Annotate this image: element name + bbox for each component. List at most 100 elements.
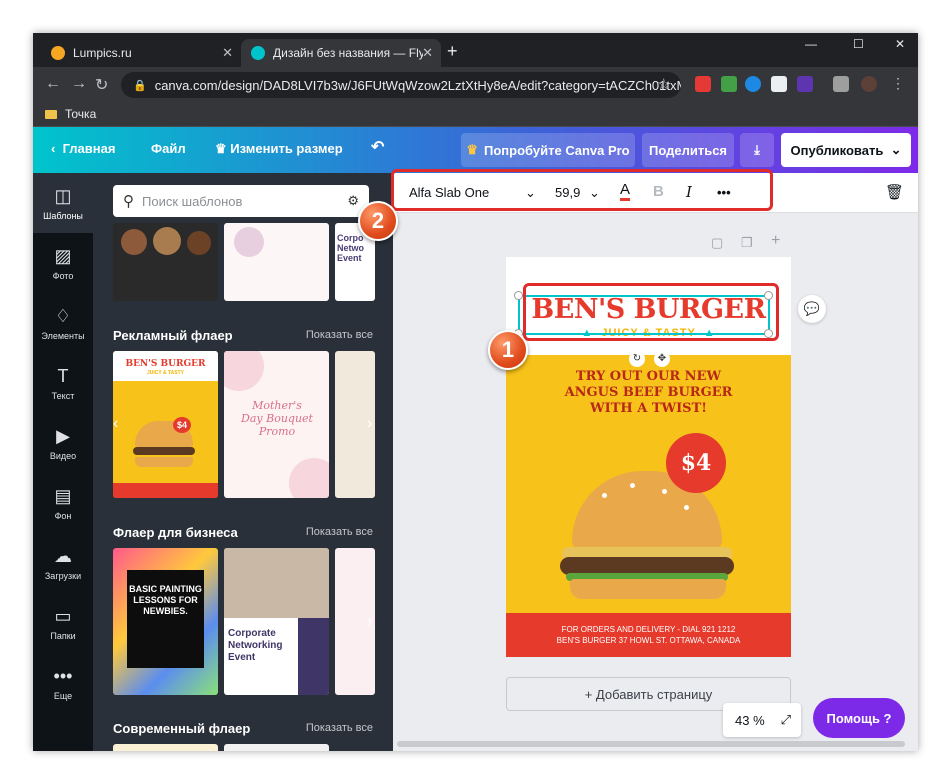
box-extension-icon[interactable]	[771, 76, 787, 92]
undo-icon[interactable]: ↶	[371, 137, 384, 157]
close-icon[interactable]: ✕	[422, 45, 433, 61]
tab-lumpics[interactable]: Lumpics.ru ✕	[41, 39, 241, 67]
help-button[interactable]: Помощь ?	[813, 698, 905, 738]
horizontal-scrollbar[interactable]	[397, 741, 905, 747]
sesame-icon	[630, 483, 635, 488]
file-menu[interactable]: Файл	[151, 141, 186, 156]
ad-extension-icon[interactable]	[797, 76, 813, 92]
body-line: WITH A TWIST!	[590, 401, 707, 416]
nav-uploads[interactable]: ☁ Загрузки	[33, 546, 93, 581]
extension-icon[interactable]	[695, 76, 711, 92]
folder-icon	[45, 109, 57, 119]
template-thumb-burger[interactable]: BEN'S BURGER JUICY & TASTY $4	[113, 351, 218, 498]
section-label: Рекламный флаер	[113, 328, 233, 343]
add-icon[interactable]: +	[771, 232, 780, 250]
maximize-icon[interactable]: ☐	[853, 37, 864, 51]
flyer-footer[interactable]: FOR ORDERS AND DELIVERY - DIAL 921 1212 …	[506, 613, 791, 657]
chevron-right-icon[interactable]: ›	[367, 415, 372, 433]
new-tab-icon[interactable]: +	[447, 41, 458, 62]
thumb-footer	[113, 483, 218, 498]
nav-folders[interactable]: ▭ Папки	[33, 606, 93, 641]
sesame-icon	[602, 493, 607, 498]
template-thumb-food[interactable]	[113, 223, 218, 301]
download-icon[interactable]: ⤓	[740, 133, 774, 167]
bookmark-item[interactable]: Точка	[45, 107, 96, 121]
flyer-body[interactable]: TRY OUT OUR NEW ANGUS BEEF BURGER WITH A…	[506, 369, 791, 417]
template-thumb-floral[interactable]	[224, 223, 329, 301]
thumb-title: Mother's Day Bouquet Promo	[241, 399, 313, 438]
show-all-link[interactable]: Показать все	[306, 329, 373, 341]
forward-icon[interactable]: →	[71, 75, 87, 93]
nav-elements[interactable]: ♢ Элементы	[33, 306, 93, 341]
nav-label: Папки	[50, 631, 76, 641]
rotate-icon[interactable]: ↻	[629, 351, 645, 367]
resize-handle[interactable]	[514, 291, 523, 300]
nav-more[interactable]: ••• Еще	[33, 666, 93, 701]
publish-button[interactable]: Опубликовать ⌄	[781, 133, 911, 167]
duplicate-icon[interactable]: ❐	[741, 235, 753, 251]
nav-text[interactable]: T Текст	[33, 366, 93, 401]
resize-button[interactable]: ♛ Изменить размер	[215, 141, 343, 157]
filter-icon[interactable]: ⚙	[347, 193, 359, 209]
bookmark-star-icon[interactable]: ☆	[657, 75, 670, 93]
vpn-extension-icon[interactable]	[745, 76, 761, 92]
note-icon[interactable]: ▢	[711, 235, 723, 251]
template-thumb-modern[interactable]	[224, 744, 329, 751]
crown-icon: ♛	[466, 142, 479, 157]
zoom-control[interactable]: 43 % ⤢	[723, 703, 801, 737]
browser-window: Lumpics.ru ✕ Дизайн без названия — Flyer…	[33, 33, 918, 751]
resize-label: Изменить размер	[230, 141, 343, 156]
template-thumb-mothers-day[interactable]: Mother's Day Bouquet Promo	[224, 351, 329, 498]
bookmarks-bar: Точка	[33, 103, 918, 127]
chevron-right-icon[interactable]: ›	[367, 613, 372, 631]
nav-background[interactable]: ▤ Фон	[33, 486, 93, 521]
body-line: TRY OUT OUR NEW	[575, 369, 722, 384]
try-pro-button[interactable]: ♛ Попробуйте Canva Pro	[461, 133, 635, 167]
food-image	[121, 229, 147, 255]
menu-icon[interactable]: ⋮	[891, 75, 905, 92]
playlist-icon[interactable]	[833, 76, 849, 92]
comment-icon[interactable]: 💬	[798, 295, 826, 323]
reload-icon[interactable]: ↻	[95, 75, 108, 95]
nav-label: Фото	[52, 271, 74, 281]
minimize-icon[interactable]: —	[805, 37, 817, 51]
thumb-title: Corporate Networking Event	[228, 628, 283, 663]
search-placeholder: Поиск шаблонов	[142, 193, 243, 209]
chevron-left-icon[interactable]: ‹	[113, 415, 118, 433]
nav-label: Элементы	[41, 331, 85, 341]
template-thumb-corporate[interactable]: Corporate Networking Event	[224, 548, 329, 695]
close-icon[interactable]: ✕	[222, 45, 233, 61]
share-button[interactable]: Поделиться	[642, 133, 734, 167]
close-window-icon[interactable]: ✕	[895, 37, 905, 51]
back-icon[interactable]: ←	[45, 75, 61, 93]
toolbar: ← → ↻ 🔒 canva.com/design/DAD8LVI7b3w/J6F…	[33, 67, 918, 103]
back-home-button[interactable]: ‹ Главная	[51, 141, 115, 156]
nav-label: Еще	[53, 691, 73, 701]
music-extension-icon[interactable]	[721, 76, 737, 92]
avatar[interactable]	[861, 76, 877, 92]
nav-templates[interactable]: ◫ Шаблоны	[33, 173, 93, 233]
nav-photos[interactable]: ▨ Фото	[33, 246, 93, 281]
trash-icon[interactable]: 🗑	[885, 183, 904, 201]
annotation-highlight-title	[523, 283, 779, 341]
section-label: Современный флаер	[113, 721, 251, 736]
template-thumb-painting[interactable]: BASIC PAINTING LESSONS FOR NEWBIES.	[113, 548, 218, 695]
show-all-link[interactable]: Показать все	[306, 722, 373, 734]
burger-bottom-icon	[135, 457, 193, 467]
tab-canva[interactable]: Дизайн без названия — Flyer (A ✕	[241, 39, 441, 67]
price-badge[interactable]: $4	[666, 433, 726, 493]
section-title: Рекламный флаер Показать все	[113, 328, 373, 343]
canva-favicon-icon	[251, 46, 265, 60]
nav-video[interactable]: ▶ Видео	[33, 426, 93, 461]
annotation-highlight-toolbar	[391, 169, 773, 211]
move-icon[interactable]: ✥	[654, 351, 670, 367]
canva-header: ‹ Главная Файл ♛ Изменить размер ↶ ♛ Попр…	[33, 127, 918, 173]
address-bar[interactable]: 🔒 canva.com/design/DAD8LVI7b3w/J6FUtWqWz…	[121, 72, 681, 98]
sesame-icon	[662, 489, 667, 494]
annotation-badge: 1	[488, 330, 528, 370]
show-all-link[interactable]: Показать все	[306, 526, 373, 538]
people-photo	[224, 548, 329, 618]
fullscreen-icon[interactable]: ⤢	[781, 712, 791, 728]
search-input[interactable]: ⚲ Поиск шаблонов ⚙	[113, 185, 369, 217]
template-thumb-modern[interactable]	[113, 744, 218, 751]
